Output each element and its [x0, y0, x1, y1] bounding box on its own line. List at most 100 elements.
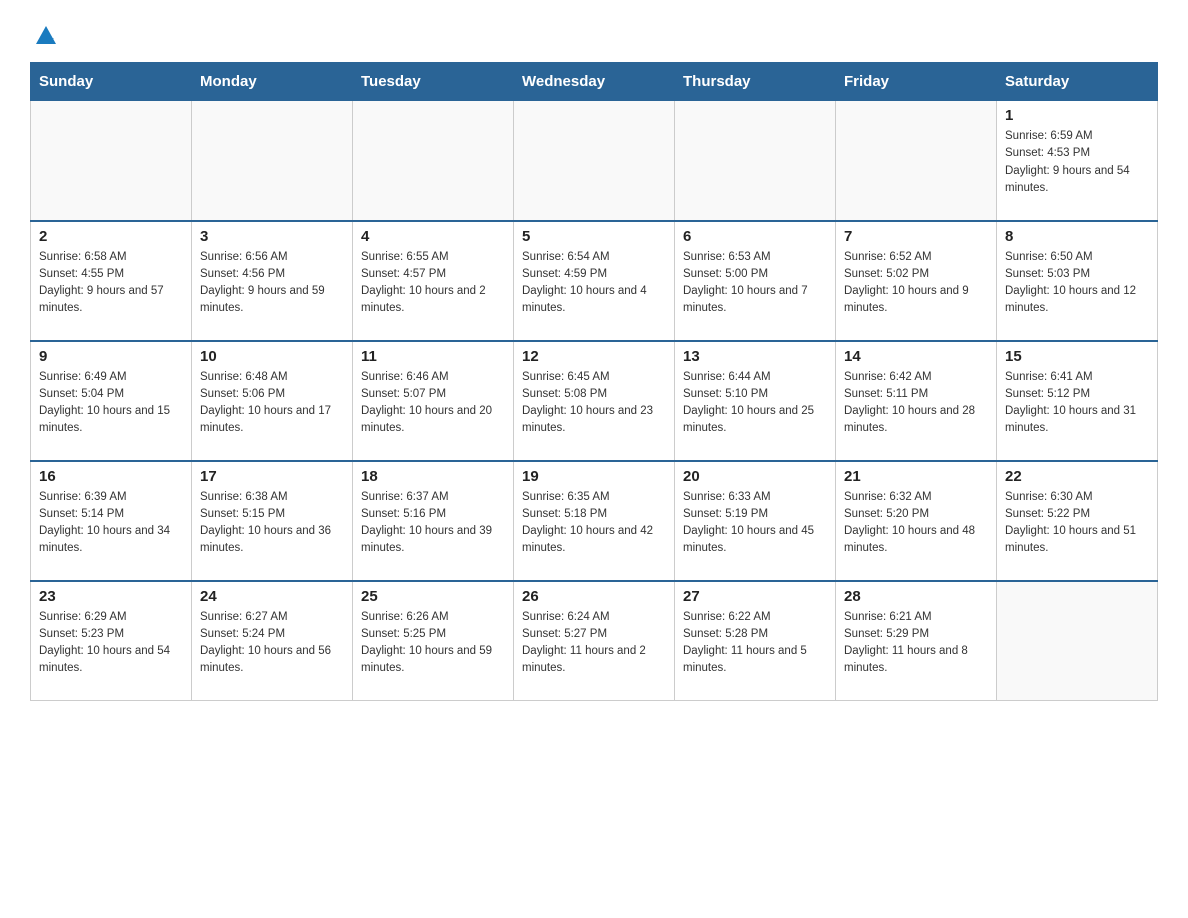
day-info-line: Daylight: 10 hours and 36 minutes.	[200, 523, 344, 558]
calendar-cell: 5 Sunrise: 6:54 AMSunset: 4:59 PMDaylight…	[514, 221, 675, 341]
day-info-line: Daylight: 10 hours and 28 minutes.	[844, 403, 988, 438]
day-info-line: Sunset: 5:12 PM	[1005, 386, 1149, 403]
day-number: 22	[1005, 468, 1149, 485]
calendar-cell: 10Sunrise: 6:48 AMSunset: 5:06 PMDayligh…	[192, 341, 353, 461]
day-info-line: Sunrise: 6:38 AM	[200, 489, 344, 506]
day-info-line: Daylight: 10 hours and 59 minutes.	[361, 643, 505, 678]
calendar-cell	[514, 101, 675, 221]
calendar-cell: 9Sunrise: 6:49 AMSunset: 5:04 PMDaylight…	[31, 341, 192, 461]
calendar-week-2: 2Sunrise: 6:58 AMSunset: 4:55 PMDaylight…	[31, 221, 1158, 341]
calendar-cell: 4 Sunrise: 6:55 AMSunset: 4:57 PMDaylight…	[353, 221, 514, 341]
day-info-line: Sunrise: 6:21 AM	[844, 609, 988, 626]
day-info-line: Daylight: 10 hours and 15 minutes.	[39, 403, 183, 438]
calendar-cell: 12Sunrise: 6:45 AMSunset: 5:08 PMDayligh…	[514, 341, 675, 461]
calendar-cell: 11Sunrise: 6:46 AMSunset: 5:07 PMDayligh…	[353, 341, 514, 461]
day-info-line: Sunset: 4:56 PM	[200, 266, 344, 283]
day-info-line: Sunrise: 6:42 AM	[844, 369, 988, 386]
calendar-week-3: 9Sunrise: 6:49 AMSunset: 5:04 PMDaylight…	[31, 341, 1158, 461]
day-number: 24	[200, 588, 344, 605]
day-info-line: Daylight: 10 hours and 9 minutes.	[844, 283, 988, 318]
day-info-line: Daylight: 9 hours and 57 minutes.	[39, 283, 183, 318]
calendar-cell	[31, 101, 192, 221]
day-info-line: Sunset: 5:07 PM	[361, 386, 505, 403]
weekday-header-friday: Friday	[836, 63, 997, 101]
calendar-cell: 6Sunrise: 6:53 AMSunset: 5:00 PMDaylight…	[675, 221, 836, 341]
calendar-cell: 2Sunrise: 6:58 AMSunset: 4:55 PMDaylight…	[31, 221, 192, 341]
day-info-line: Sunset: 5:28 PM	[683, 626, 827, 643]
day-info-line: Daylight: 10 hours and 7 minutes.	[683, 283, 827, 318]
day-info-line: Sunrise: 6:59 AM	[1005, 128, 1149, 145]
day-info-line: Sunset: 5:03 PM	[1005, 266, 1149, 283]
day-info-line: Sunrise: 6:52 AM	[844, 249, 988, 266]
calendar-cell: 18Sunrise: 6:37 AMSunset: 5:16 PMDayligh…	[353, 461, 514, 581]
day-info-line: Daylight: 10 hours and 12 minutes.	[1005, 283, 1149, 318]
day-info-line: Daylight: 10 hours and 42 minutes.	[522, 523, 666, 558]
day-info-line: Sunset: 5:06 PM	[200, 386, 344, 403]
day-info-line: Sunset: 4:57 PM	[361, 266, 505, 283]
day-number: 1	[1005, 107, 1149, 124]
day-info-line: Daylight: 10 hours and 25 minutes.	[683, 403, 827, 438]
day-info-line: Sunrise: 6:44 AM	[683, 369, 827, 386]
day-info-line: Sunset: 5:25 PM	[361, 626, 505, 643]
day-info-line: Sunset: 5:27 PM	[522, 626, 666, 643]
calendar-week-4: 16Sunrise: 6:39 AMSunset: 5:14 PMDayligh…	[31, 461, 1158, 581]
day-info-line: Sunrise: 6:29 AM	[39, 609, 183, 626]
day-info-line: Daylight: 10 hours and 48 minutes.	[844, 523, 988, 558]
calendar-cell: 25Sunrise: 6:26 AMSunset: 5:25 PMDayligh…	[353, 581, 514, 701]
day-info-line: Daylight: 10 hours and 4 minutes.	[522, 283, 666, 318]
day-info-line: Daylight: 10 hours and 51 minutes.	[1005, 523, 1149, 558]
day-info-line: Sunrise: 6:26 AM	[361, 609, 505, 626]
calendar-cell: 27Sunrise: 6:22 AMSunset: 5:28 PMDayligh…	[675, 581, 836, 701]
day-info-line: Sunrise: 6:54 AM	[522, 249, 666, 266]
calendar-header: SundayMondayTuesdayWednesdayThursdayFrid…	[31, 63, 1158, 101]
calendar-cell: 26Sunrise: 6:24 AMSunset: 5:27 PMDayligh…	[514, 581, 675, 701]
day-info-line: Daylight: 10 hours and 54 minutes.	[39, 643, 183, 678]
calendar-cell: 1Sunrise: 6:59 AMSunset: 4:53 PMDaylight…	[997, 101, 1158, 221]
calendar-cell	[675, 101, 836, 221]
calendar-body: 1 Sunrise: 6:59 AMSunset: 4:53 PM Daylight…	[31, 101, 1158, 701]
day-number: 10	[200, 348, 344, 365]
day-info-line: Sunset: 5:14 PM	[39, 506, 183, 523]
weekday-header-row: SundayMondayTuesdayWednesdayThursdayFrid…	[31, 63, 1158, 101]
day-info-line: Daylight: 11 hours and 5 minutes.	[683, 643, 827, 678]
day-info-line: Sunset: 5:18 PM	[522, 506, 666, 523]
calendar-cell: 8Sunrise: 6:50 AMSunset: 5:03 PMDaylight…	[997, 221, 1158, 341]
day-info-line: Daylight: 10 hours and 23 minutes.	[522, 403, 666, 438]
day-info-line: Sunset: 4:53 PM	[1005, 145, 1149, 162]
day-info-line: Daylight: 10 hours and 20 minutes.	[361, 403, 505, 438]
day-info-line: Sunset: 5:19 PM	[683, 506, 827, 523]
day-number: 15	[1005, 348, 1149, 365]
weekday-header-thursday: Thursday	[675, 63, 836, 101]
day-info-line: Sunrise: 6:35 AM	[522, 489, 666, 506]
day-info-line: Sunset: 5:04 PM	[39, 386, 183, 403]
calendar-table: SundayMondayTuesdayWednesdayThursdayFrid…	[30, 62, 1158, 701]
day-number: 8	[1005, 228, 1149, 245]
day-info-line: Sunset: 5:16 PM	[361, 506, 505, 523]
day-info-line: Sunset: 4:59 PM	[522, 266, 666, 283]
calendar-cell: 7Sunrise: 6:52 AMSunset: 5:02 PMDaylight…	[836, 221, 997, 341]
day-info-line: Sunset: 5:10 PM	[683, 386, 827, 403]
day-number: 5	[522, 228, 666, 245]
calendar-cell: 19Sunrise: 6:35 AMSunset: 5:18 PMDayligh…	[514, 461, 675, 581]
weekday-header-saturday: Saturday	[997, 63, 1158, 101]
day-number: 2	[39, 228, 183, 245]
day-number: 18	[361, 468, 505, 485]
day-info-line: Sunset: 5:23 PM	[39, 626, 183, 643]
calendar-week-5: 23Sunrise: 6:29 AMSunset: 5:23 PMDayligh…	[31, 581, 1158, 701]
weekday-header-monday: Monday	[192, 63, 353, 101]
day-info-line: Sunset: 5:02 PM	[844, 266, 988, 283]
day-number: 4	[361, 228, 505, 245]
day-info-line: Sunrise: 6:55 AM	[361, 249, 505, 266]
day-info-line: Sunset: 5:00 PM	[683, 266, 827, 283]
calendar-cell: 13Sunrise: 6:44 AMSunset: 5:10 PMDayligh…	[675, 341, 836, 461]
day-info-line: Sunset: 5:11 PM	[844, 386, 988, 403]
calendar-cell: 22Sunrise: 6:30 AMSunset: 5:22 PMDayligh…	[997, 461, 1158, 581]
day-info-line: Sunrise: 6:32 AM	[844, 489, 988, 506]
day-info-line: Sunset: 5:22 PM	[1005, 506, 1149, 523]
logo	[30, 20, 60, 44]
day-info-line: Daylight: 10 hours and 2 minutes.	[361, 283, 505, 318]
day-number: 23	[39, 588, 183, 605]
day-info-line: Sunrise: 6:37 AM	[361, 489, 505, 506]
day-info-line: Sunset: 5:15 PM	[200, 506, 344, 523]
weekday-header-tuesday: Tuesday	[353, 63, 514, 101]
